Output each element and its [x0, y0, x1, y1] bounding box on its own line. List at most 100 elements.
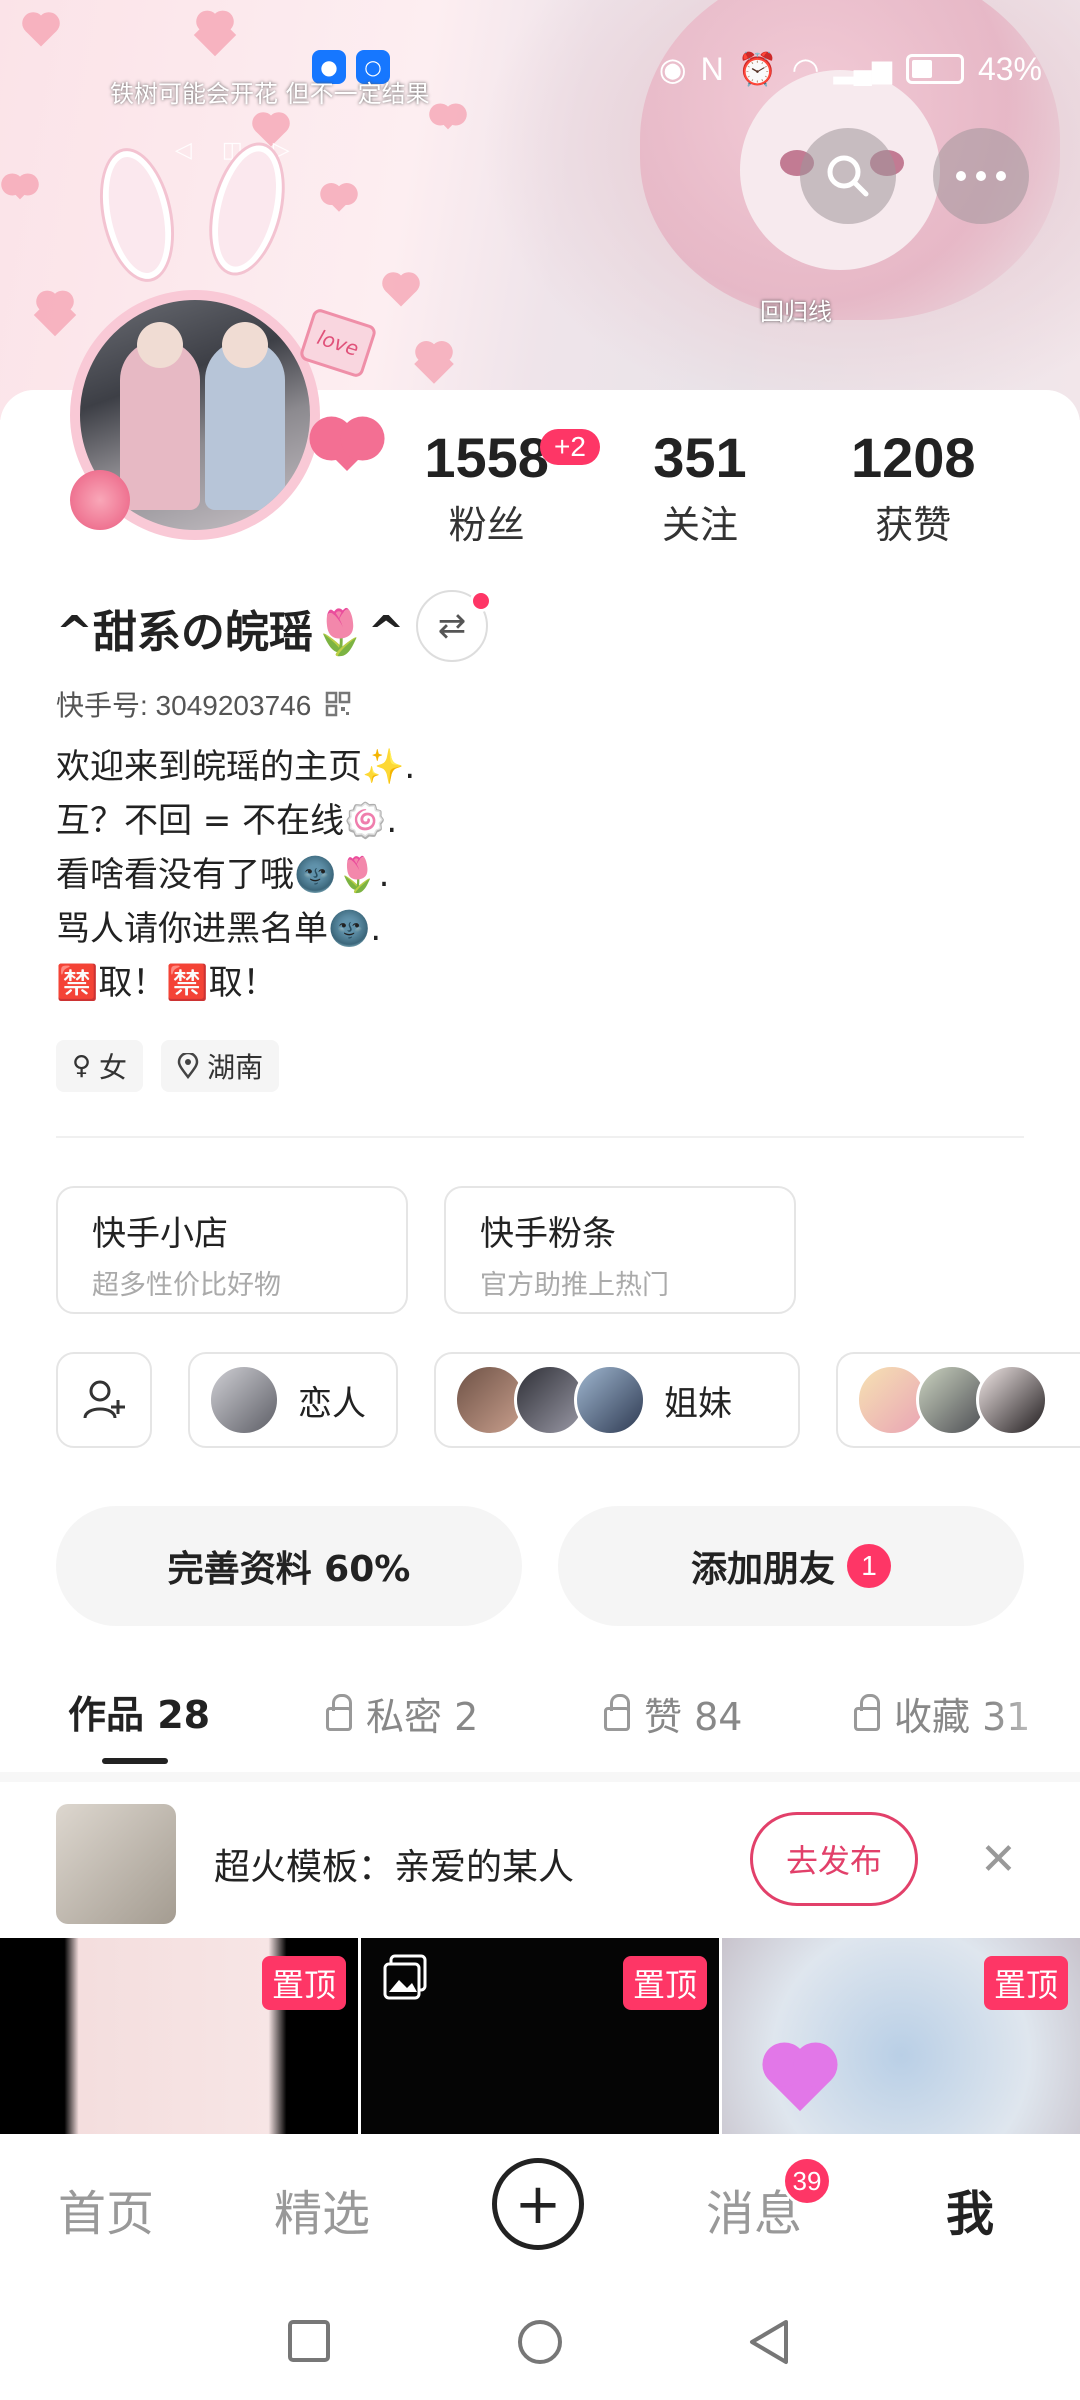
likes-label: 获赞: [875, 503, 952, 547]
pinned-badge: 置顶: [261, 1956, 346, 2010]
add-person-icon: [83, 1380, 125, 1419]
nav-me[interactable]: 我: [946, 2174, 994, 2244]
nav-home[interactable]: 首页: [58, 2174, 154, 2244]
female-symbol-icon: ♀: [72, 1051, 92, 1081]
search-icon: [827, 155, 869, 197]
avatar-with-frame[interactable]: love: [50, 138, 378, 540]
system-navigation-bar: [0, 2276, 1080, 2400]
cover-tag-text: 回归线: [760, 298, 832, 326]
nfc-icon: N: [700, 50, 724, 87]
tab-fade: [990, 1680, 1080, 1770]
messages-badge: 39: [782, 2156, 832, 2206]
tab-likes[interactable]: 赞 84: [604, 1686, 742, 1741]
following-label: 关注: [661, 503, 738, 547]
music-lyric: 铁树可能会开花 但不一定结果: [110, 80, 430, 108]
close-icon[interactable]: ✕: [980, 1834, 1017, 1885]
battery-icon: [905, 54, 964, 84]
bio: 欢迎来到皖瑶的主页✨. 互？不回 = 不在线🍥. 看啥看没有了哦🌚🌷. 骂人请你…: [56, 740, 415, 1010]
promo-subtitle: 官方助推上热门: [480, 1270, 669, 1301]
divider: [56, 1136, 1024, 1138]
complete-profile-label: 完善资料 60%: [167, 1549, 411, 1590]
shop-title: 快手小店: [92, 1214, 228, 1254]
more-dots-icon: [956, 171, 1006, 181]
publish-template-button[interactable]: 去发布: [750, 1812, 918, 1906]
bio-line: 看啥看没有了哦🌚🌷.: [56, 855, 390, 895]
kuaishou-id: 快手号: 3049203746: [56, 690, 312, 721]
location-text: 湖南: [207, 1051, 264, 1084]
lovers-label: 恋人: [298, 1383, 366, 1424]
tab-works[interactable]: 作品 28: [68, 1684, 210, 1739]
heart-decoration: [322, 422, 372, 472]
active-tab-indicator: [102, 1758, 168, 1764]
stats-row: 1558 粉丝 +2 351 关注 1208 获赞: [380, 425, 1020, 549]
lovers-relationship[interactable]: 恋人: [188, 1352, 398, 1448]
following-count: 351: [653, 426, 747, 489]
sisters-relationship[interactable]: 姐妹: [434, 1352, 800, 1448]
create-post-button[interactable]: +: [492, 2158, 584, 2250]
work-thumbnail[interactable]: 置顶: [0, 1938, 358, 2134]
gender-chip: ♀ 女: [56, 1040, 144, 1092]
avatar: [976, 1364, 1048, 1436]
eye-icon: ◉: [658, 51, 687, 87]
gallery-icon: [383, 1954, 427, 2000]
template-thumbnail: [56, 1804, 176, 1924]
kuaishou-shop-card[interactable]: 快手小店 超多性价比好物: [56, 1186, 408, 1314]
lock-icon: [326, 1693, 352, 1731]
recent-apps-icon[interactable]: [286, 2318, 332, 2364]
qr-code-icon[interactable]: [325, 691, 351, 717]
location-pin-icon: [177, 1053, 199, 1079]
relationship-row: 恋人 姐妹: [56, 1352, 1080, 1448]
bio-line: 互？不回 = 不在线🍥.: [56, 801, 398, 841]
likes-count: 1208: [850, 426, 976, 489]
new-fans-badge: +2: [540, 429, 600, 465]
search-button[interactable]: [800, 128, 896, 224]
signal-icon: ▂▄▆: [833, 53, 892, 84]
lock-icon: [854, 1693, 880, 1731]
likes-stat[interactable]: 1208 获赞: [807, 425, 1020, 549]
work-thumbnail[interactable]: 置顶: [361, 1938, 719, 2134]
avatar: [574, 1364, 646, 1436]
friends-relationship[interactable]: [836, 1352, 1080, 1448]
tab-private[interactable]: 私密 2: [326, 1686, 478, 1741]
wifi-icon: ◠: [791, 51, 820, 87]
template-text: 超火模板：亲爱的某人: [214, 1847, 575, 1888]
profile-chips: ♀ 女 湖南: [56, 1040, 280, 1092]
battery-percent: 43%: [977, 50, 1042, 87]
tab-likes-label: 赞 84: [644, 1695, 743, 1739]
tab-private-label: 私密 2: [366, 1695, 479, 1739]
more-options-button[interactable]: [933, 128, 1029, 224]
work-thumbnail[interactable]: 置顶: [722, 1938, 1080, 2134]
avatar: [208, 1364, 280, 1436]
username: ^甜系の皖瑶🌷^: [56, 607, 405, 658]
sisters-label: 姐妹: [664, 1383, 732, 1424]
heart-sticker: [768, 2048, 832, 2112]
bio-line: 骂人请你进黑名单🌚.: [56, 909, 382, 949]
shop-subtitle: 超多性价比好物: [92, 1270, 281, 1301]
notification-dot: [470, 590, 492, 612]
add-friends-button[interactable]: 添加朋友 1: [558, 1506, 1024, 1626]
add-relationship-button[interactable]: [56, 1352, 152, 1448]
add-friends-label: 添加朋友: [690, 1549, 835, 1590]
following-stat[interactable]: 351 关注: [593, 425, 806, 549]
bio-line: 欢迎来到皖瑶的主页✨.: [56, 747, 416, 787]
promo-title: 快手粉条: [480, 1214, 616, 1254]
kuaishou-promo-card[interactable]: 快手粉条 官方助推上热门: [444, 1186, 796, 1314]
bottom-navigation: 首页 精选 + 消息 39 我: [0, 2134, 1080, 2276]
template-suggestion-bar[interactable]: 超火模板：亲爱的某人 去发布 ✕: [0, 1772, 1080, 1936]
tab-works-label: 作品 28: [68, 1693, 211, 1737]
nav-featured[interactable]: 精选: [274, 2174, 370, 2244]
fans-stat[interactable]: 1558 粉丝 +2: [380, 425, 600, 549]
swap-arrows-icon: ⇄: [437, 606, 467, 646]
home-icon[interactable]: [516, 2318, 564, 2366]
add-friends-badge: 1: [847, 1544, 891, 1588]
works-grid: 置顶 置顶 置顶: [0, 1938, 1080, 2134]
back-icon[interactable]: [746, 2318, 792, 2366]
complete-profile-button[interactable]: 完善资料 60%: [56, 1506, 522, 1626]
status-bar: ◉ N ⏰ ◠ ▂▄▆ 43%: [659, 50, 1042, 88]
pinned-badge: 置顶: [622, 1956, 707, 2010]
bio-line: 🈲取！🈲取！: [56, 963, 277, 1003]
gender-text: 女: [99, 1051, 128, 1084]
kuaishou-id-row[interactable]: 快手号: 3049203746: [56, 684, 351, 724]
location-chip: 湖南: [161, 1040, 280, 1092]
fans-label: 粉丝: [448, 503, 525, 547]
